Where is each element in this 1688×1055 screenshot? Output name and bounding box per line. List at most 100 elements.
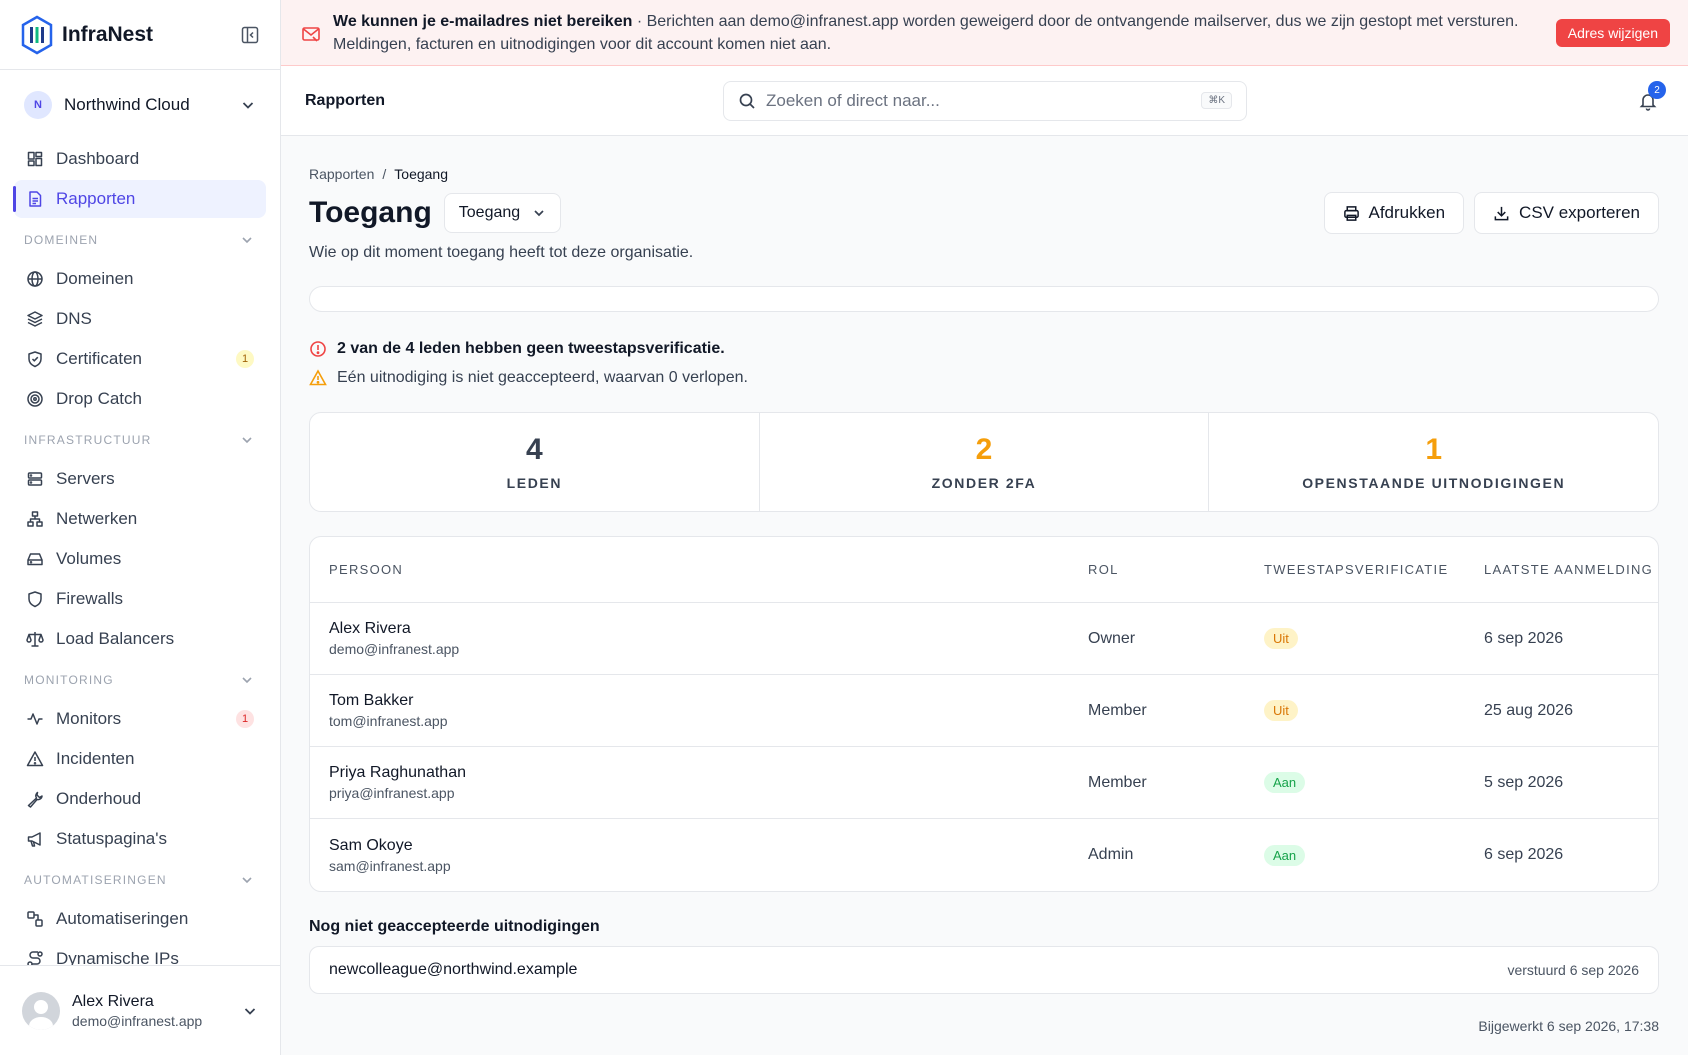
member-name: Priya Raghunathan (329, 764, 466, 781)
stat-value: 2 (975, 433, 993, 466)
logo-area: InfraNest (0, 0, 280, 70)
sidebar-item-label: Statuspagina's (56, 829, 167, 848)
search-input[interactable]: Zoeken of direct naar... ⌘K (723, 80, 1247, 121)
invite-email: newcolleague@northwind.example (329, 961, 578, 978)
change-address-button[interactable]: Adres wijzigen (1555, 18, 1670, 47)
banner-title: We kunnen je e-mailadres niet bereiken (333, 12, 633, 30)
download-icon (1494, 206, 1509, 220)
stat-label: LEDEN (506, 475, 563, 491)
sidebar-nav: Dashboard Rapporten DOMEINEN Domeinen DNS Cer… (0, 140, 280, 978)
count-badge: 1 (236, 350, 254, 368)
print-label: Afdrukken (1368, 203, 1446, 222)
report-selector[interactable]: Toegang (443, 193, 562, 233)
org-switcher[interactable]: N Northwind Cloud (0, 70, 280, 140)
sidebar-item-monitors[interactable]: Monitors 1 (14, 700, 266, 738)
org-name: Northwind Cloud (64, 95, 190, 114)
member-email: priya@infranest.app (329, 785, 455, 801)
alert-triangle-icon (26, 751, 44, 767)
breadcrumb: Rapporten / Toegang (309, 166, 1659, 182)
sidebar-item-incidenten[interactable]: Incidenten (14, 740, 266, 778)
member-role: Owner (1088, 629, 1136, 647)
member-email: sam@infranest.app (329, 857, 451, 874)
alerts-list: 2 van de 4 leden hebben geen tweestapsve… (309, 334, 1659, 392)
shield-icon (28, 591, 42, 608)
invite-sent-date: verstuurd 6 sep 2026 (1507, 962, 1639, 978)
scale-icon (26, 632, 44, 647)
sidebar-item-dashboard[interactable]: Dashboard (14, 140, 266, 178)
chevron-down-icon (242, 677, 252, 684)
stat-value: 4 (525, 433, 543, 466)
sidebar-item-rapporten[interactable]: Rapporten (13, 180, 266, 218)
breadcrumb-parent[interactable]: Rapporten (309, 166, 374, 182)
page-title: Toegang (309, 196, 432, 229)
sidebar-item-onderhoud[interactable]: Onderhoud (14, 780, 266, 818)
sidebar-item-volumes[interactable]: Volumes (14, 540, 266, 578)
target-icon (27, 391, 43, 407)
sidebar-item-label: DNS (56, 309, 92, 328)
table-row: Tom Bakker tom@infranest.app Member Uit 25 a… (310, 675, 1658, 747)
csv-export-button[interactable]: CSV exporteren (1474, 192, 1659, 234)
members-table: PERSOON ROL TWEESTAPSVERIFICATIE LAATSTE… (309, 536, 1659, 892)
mail-warning-icon (302, 27, 320, 42)
twofa-status-badge: Uit (1264, 628, 1298, 649)
sidebar-item-load-balancers[interactable]: Load Balancers (14, 620, 266, 658)
file-text-icon (29, 191, 42, 207)
wrench-icon (27, 791, 43, 808)
sidebar-item-statuspagina-s[interactable]: Statuspagina's (14, 820, 266, 858)
stat-zonder-2fa: 2 ZONDER 2FA (760, 413, 1210, 511)
sidebar-collapse-icon[interactable] (240, 25, 260, 45)
sidebar-item-dns[interactable]: DNS (14, 300, 266, 338)
print-button[interactable]: Afdrukken (1323, 192, 1465, 234)
section-automatiseringen[interactable]: AUTOMATISERINGEN (14, 860, 266, 900)
chevron-down-icon (242, 437, 252, 444)
sidebar-item-label: Load Balancers (56, 629, 175, 648)
stat-label: ZONDER 2FA (931, 475, 1037, 491)
section-infrastructuur[interactable]: INFRASTRUCTUUR (14, 420, 266, 460)
topbar: Rapporten Zoeken of direct naar... ⌘K 2 (281, 66, 1688, 136)
chevron-down-icon (242, 237, 252, 244)
sidebar-item-certificaten[interactable]: Certificaten 1 (14, 340, 266, 378)
table-row: Sam Okoye sam@infranest.app Admin Aan 6 sep … (310, 819, 1658, 891)
sidebar-item-automatiseringen[interactable]: Automatiseringen (14, 900, 266, 938)
sidebar-item-label: Domeinen (56, 269, 134, 288)
member-last-login: 6 sep 2026 (1484, 629, 1564, 647)
email-warning-banner: We kunnen je e-mailadres niet bereiken ·… (281, 0, 1688, 66)
invite-item: newcolleague@northwind.example verstuurd … (309, 946, 1659, 994)
sidebar-item-label: Dashboard (56, 149, 140, 168)
csv-export-label: CSV exporteren (1519, 203, 1640, 222)
member-name: Alex Rivera (329, 620, 411, 637)
main-content: Rapporten / Toegang Toegang Toegang Afdr… (309, 136, 1659, 1034)
stat-value: 1 (1425, 433, 1443, 466)
section-domeinen[interactable]: DOMEINEN (14, 220, 266, 260)
megaphone-icon (27, 832, 41, 847)
sidebar-item-firewalls[interactable]: Firewalls (14, 580, 266, 618)
member-last-login: 6 sep 2026 (1484, 846, 1564, 863)
sidebar-item-servers[interactable]: Servers (14, 460, 266, 498)
sidebar-item-label: Drop Catch (56, 389, 142, 408)
avatar (22, 991, 60, 1030)
server-icon (27, 472, 43, 486)
stat-leden: 4 LEDEN (310, 413, 760, 511)
chevron-down-icon (534, 210, 544, 217)
sidebar-item-drop-catch[interactable]: Drop Catch (14, 380, 266, 418)
sidebar-item-label: Volumes (56, 549, 122, 568)
table-row: Alex Rivera demo@infranest.app Owner Uit 6 s… (310, 603, 1658, 675)
chevron-down-icon (242, 102, 254, 109)
dashboard-icon (27, 151, 43, 167)
printer-icon (1343, 205, 1359, 221)
user-email: demo@infranest.app (72, 1012, 203, 1029)
user-menu[interactable]: Alex Rivera demo@infranest.app (0, 965, 280, 1055)
sidebar-item-label: Incidenten (56, 749, 135, 768)
hard-drive-icon (27, 553, 43, 566)
alert-circle-icon (310, 340, 326, 357)
sidebar-item-domeinen[interactable]: Domeinen (14, 260, 266, 298)
invite-warning-alert: Eén uitnodiging is niet geaccepteerd, wa… (309, 363, 1659, 392)
member-last-login: 25 aug 2026 (1484, 701, 1573, 719)
user-name: Alex Rivera (72, 992, 154, 1010)
workflow-icon (27, 911, 43, 927)
invite-warning-text: Eén uitnodiging is niet geaccepteerd, wa… (337, 368, 748, 386)
network-icon (27, 511, 43, 527)
section-monitoring[interactable]: MONITORING (14, 660, 266, 700)
sidebar-item-label: Netwerken (56, 509, 138, 528)
sidebar-item-netwerken[interactable]: Netwerken (14, 500, 266, 538)
